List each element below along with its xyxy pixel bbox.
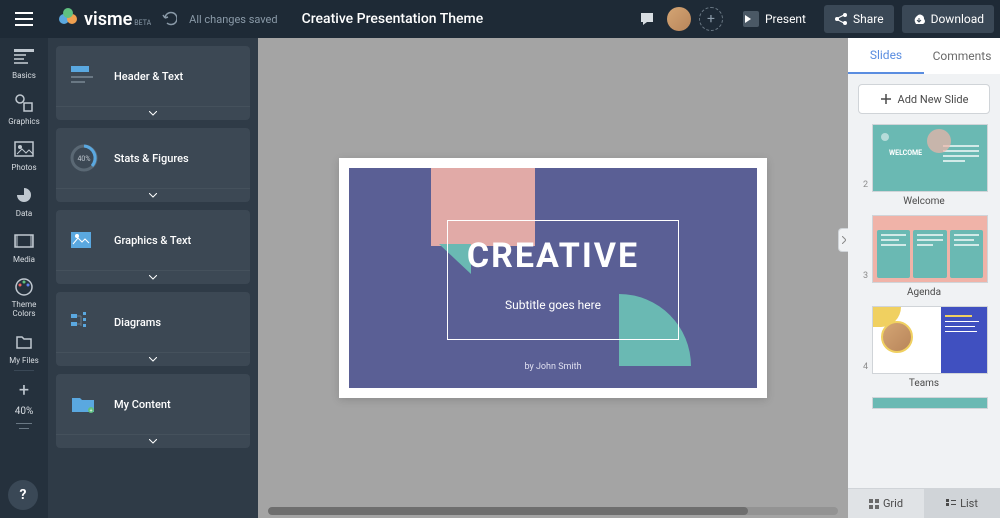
expand-toggle[interactable] [56,188,250,202]
topbar: visme BETA All changes saved Creative Pr… [0,0,1000,38]
graphics-icon [15,94,33,112]
panel-graphics-text[interactable]: Graphics & Text [56,210,250,284]
zoom-slider[interactable] [16,423,32,424]
tool-rail: Basics Graphics Photos Data Media Theme … [0,38,48,518]
view-toggle: Grid List [848,488,1000,518]
panel-my-content[interactable]: +My Content [56,374,250,448]
data-icon [15,186,33,204]
hamburger-icon [15,12,33,26]
basics-icon [14,49,34,65]
rail-basics[interactable]: Basics [0,38,48,84]
beta-badge: BETA [134,19,151,27]
my-content-icon: + [69,392,99,416]
chevron-down-icon [149,439,157,444]
slide-item[interactable] [858,397,990,409]
slide-item[interactable]: 3 Agenda [858,215,990,298]
save-status: All changes saved [189,13,277,26]
slide-label: Teams [858,378,990,389]
undo-icon [161,10,177,26]
expand-toggle[interactable] [56,270,250,284]
palette-icon [15,278,33,296]
list-view-button[interactable]: List [924,489,1000,518]
add-collaborator-button[interactable]: + [699,7,723,31]
canvas[interactable]: CREATIVE Subtitle goes here by John Smit… [258,38,848,518]
slide-author[interactable]: by John Smith [349,362,757,372]
plus-icon [880,93,892,105]
chevron-down-icon [149,111,157,116]
content-panel: Header & Text 40%Stats & Figures Graphic… [48,38,258,518]
svg-text:+: + [90,408,93,414]
rail-add[interactable]: + [0,372,48,406]
stats-icon: 40% [69,143,99,173]
slide-label: Agenda [858,287,990,298]
download-button[interactable]: Download [902,5,994,33]
rail-media[interactable]: Media [0,222,48,268]
chevron-down-icon [149,357,157,362]
slide-item[interactable]: 2 WELCOME Welcome [858,124,990,207]
zoom-level[interactable]: 40% [15,406,34,417]
comment-icon [639,11,655,27]
diagrams-icon [69,310,99,334]
chevron-right-icon [842,236,846,244]
horizontal-scrollbar[interactable] [258,506,848,516]
panel-stats-figures[interactable]: 40%Stats & Figures [56,128,250,202]
comment-button[interactable] [631,3,663,35]
rail-graphics[interactable]: Graphics [0,84,48,130]
chevron-down-icon [149,193,157,198]
slide-thumbnail[interactable] [872,397,988,409]
photos-icon [14,141,34,157]
expand-toggle[interactable] [56,352,250,366]
expand-toggle[interactable] [56,434,250,448]
download-label: Download [931,12,984,26]
rail-data[interactable]: Data [0,176,48,222]
slides-list: 2 WELCOME Welcome 3 Agenda 4 Teams [848,124,1000,488]
tab-comments[interactable]: Comments [924,38,1000,74]
panel-diagrams[interactable]: Diagrams [56,292,250,366]
grid-icon [869,499,879,509]
rail-photos[interactable]: Photos [0,130,48,176]
rail-my-files[interactable]: My Files [0,323,48,369]
present-label: Present [765,12,806,26]
slide-thumbnail[interactable] [872,306,988,374]
present-button[interactable]: Present [733,5,816,33]
add-slide-button[interactable]: Add New Slide [858,84,990,114]
slide-item[interactable]: 4 Teams [858,306,990,389]
tab-slides[interactable]: Slides [848,38,924,74]
slide-subtitle[interactable]: Subtitle goes here [349,298,757,312]
expand-toggle[interactable] [56,106,250,120]
slide-thumbnail[interactable]: WELCOME [872,124,988,192]
share-icon [834,12,848,26]
logo[interactable]: visme BETA [58,8,151,30]
grid-view-button[interactable]: Grid [848,489,924,518]
files-icon [15,334,33,350]
chevron-down-icon [149,275,157,280]
slides-panel: Slides Comments Add New Slide 2 WELCOME … [848,38,1000,518]
logo-icon [58,8,80,30]
presentation-title[interactable]: Creative Presentation Theme [302,11,484,27]
header-text-icon [69,64,99,88]
panel-header-text[interactable]: Header & Text [56,46,250,120]
slide-editor[interactable]: CREATIVE Subtitle goes here by John Smit… [339,158,767,398]
slide-title[interactable]: CREATIVE [349,236,757,276]
list-icon [946,499,956,509]
share-label: Share [853,12,884,26]
slide-label: Welcome [858,196,990,207]
media-icon [14,234,34,248]
svg-text:40%: 40% [78,155,91,163]
rail-theme-colors[interactable]: Theme Colors [0,268,48,323]
help-button[interactable]: ? [8,480,38,510]
share-button[interactable]: Share [824,5,894,33]
menu-button[interactable] [0,0,48,38]
download-icon [912,12,926,26]
play-icon [744,15,752,23]
slide-thumbnail[interactable] [872,215,988,283]
logo-text: visme [84,9,132,30]
collapse-handle[interactable] [838,228,848,252]
panel-tabs: Slides Comments [848,38,1000,74]
graphics-text-icon [69,228,99,252]
undo-button[interactable] [161,10,177,29]
user-avatar[interactable] [667,7,691,31]
